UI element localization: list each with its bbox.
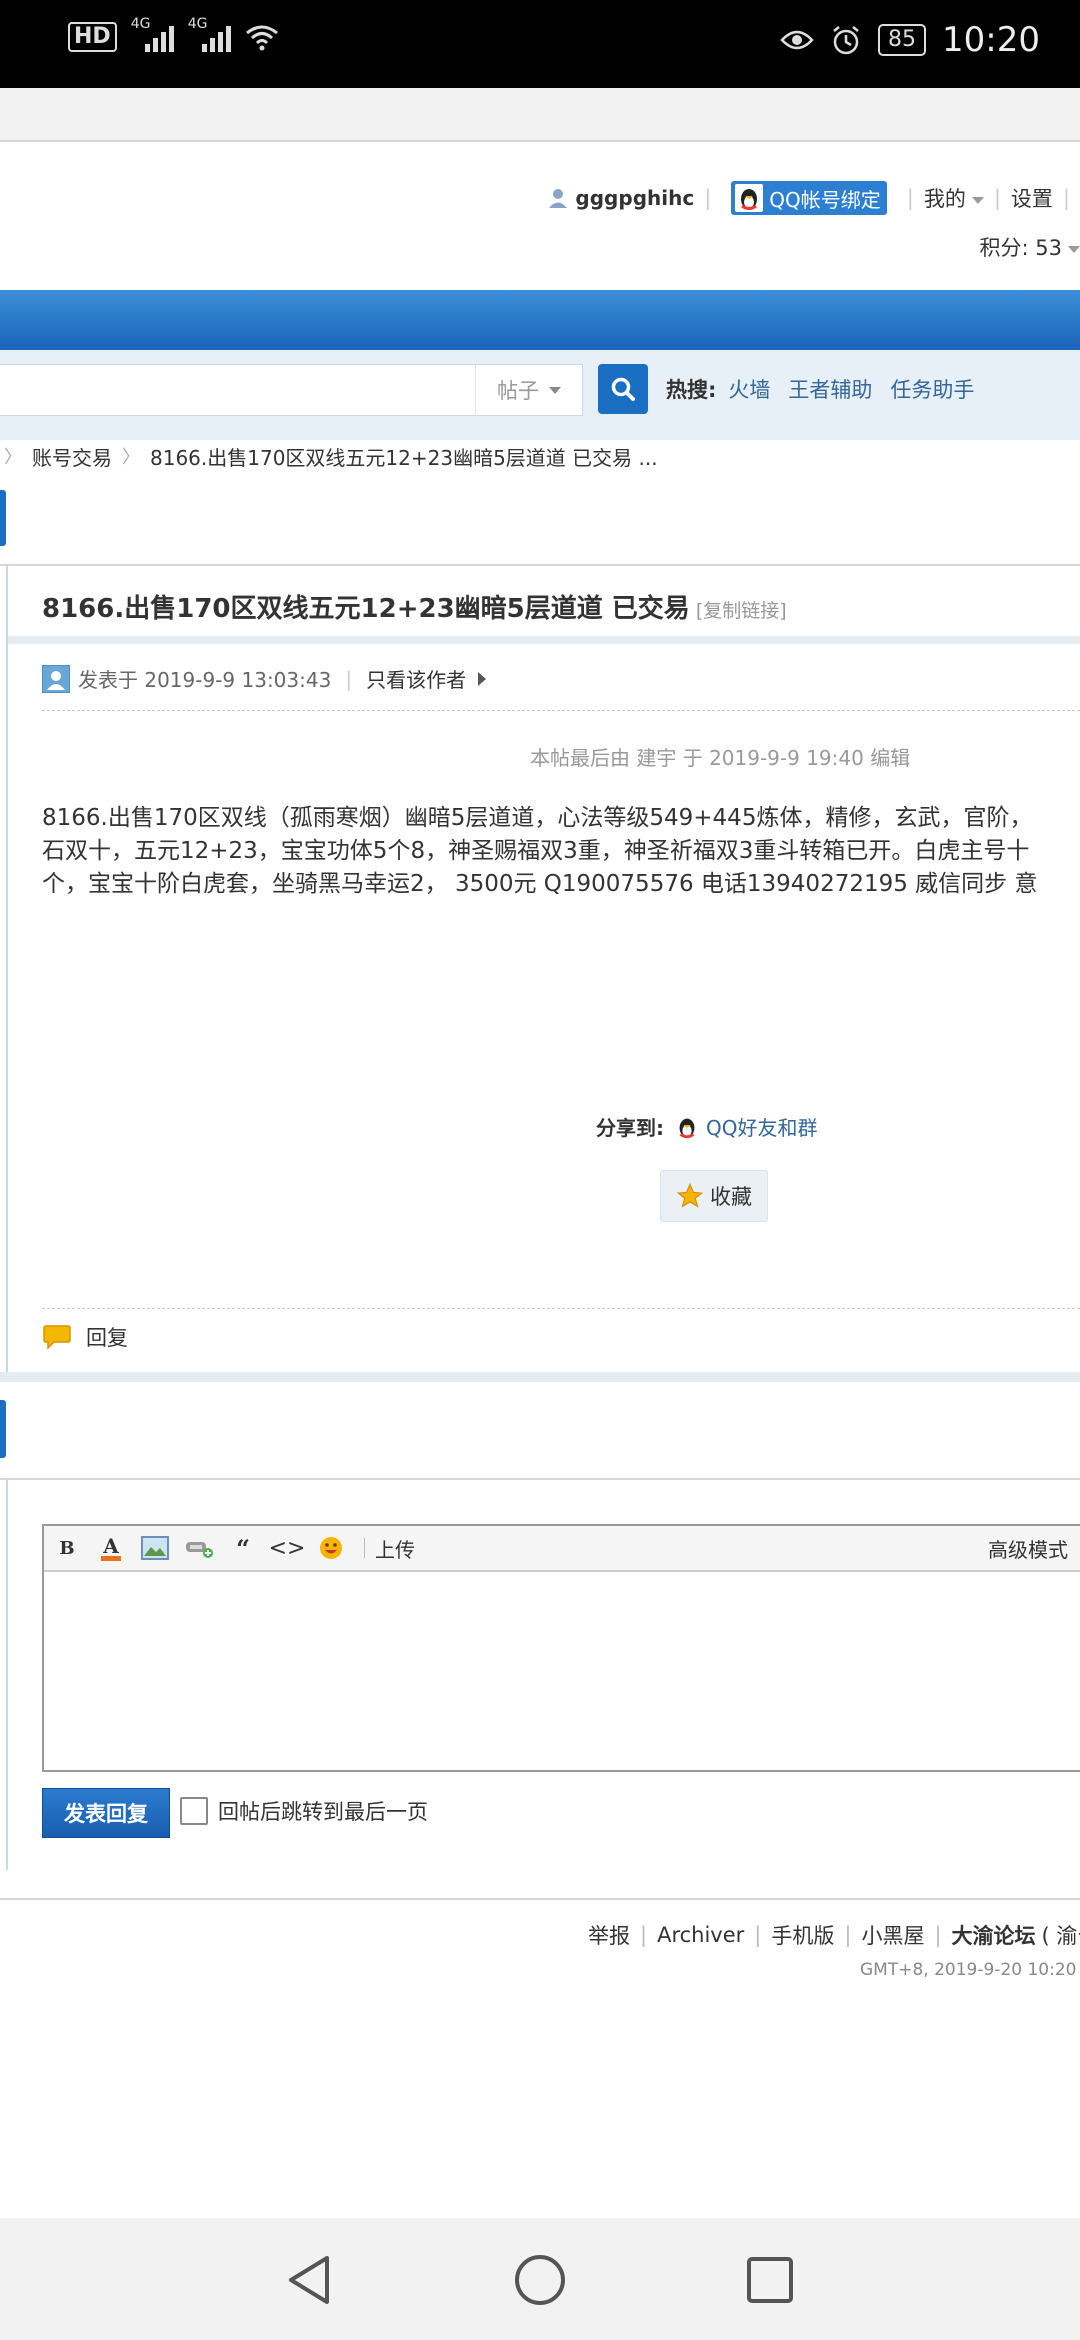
reply-editor-area: B A “ <> 上传 高级模式 发表回复 回帖后跳转到最后一页	[0, 1478, 1080, 1870]
bold-icon[interactable]: B	[52, 1533, 82, 1563]
quote-icon[interactable]: “	[228, 1533, 258, 1563]
breadcrumb: 〉 账号交易 〉 8166.出售170区双线五元12+23幽暗5层道道 已交易 …	[0, 440, 658, 472]
search-icon	[611, 377, 635, 401]
back-button[interactable]	[282, 2252, 338, 2308]
user-icon	[549, 189, 568, 208]
user-info: gggpghihc | QQ帐号绑定 | 我的 | 设置 |	[547, 178, 1080, 218]
hd-icon: HD	[68, 22, 117, 52]
copy-link[interactable]: [复制链接]	[696, 600, 787, 622]
speech-bubble-icon	[43, 1325, 71, 1350]
search-button[interactable]	[598, 364, 648, 414]
recents-icon	[747, 2257, 793, 2303]
jump-option: 回帖后跳转到最后一页	[180, 1796, 428, 1826]
reply-editor[interactable]: B A “ <> 上传 高级模式	[42, 1524, 1080, 1772]
reply-section-header	[0, 1382, 1080, 1480]
recents-button[interactable]	[742, 2252, 798, 2308]
footer-link-report[interactable]: 举报	[588, 1920, 630, 1950]
home-icon	[515, 2255, 565, 2305]
author-avatar-icon[interactable]	[42, 664, 70, 693]
settings-link[interactable]: 设置	[1011, 183, 1053, 213]
main-nav-bar	[0, 290, 1080, 350]
editor-toolbar: B A “ <> 上传 高级模式	[44, 1526, 1080, 1572]
footer-time: GMT+8, 2019-9-20 10:20 , P	[860, 1960, 1080, 1980]
qq-bind-button[interactable]: QQ帐号绑定	[731, 181, 887, 215]
link-icon[interactable]	[184, 1533, 214, 1563]
chevron-down-icon	[971, 196, 984, 204]
search-area: 帖子 热搜: 火墙 王者辅助 任务助手	[0, 350, 1080, 440]
top-bar	[0, 88, 1080, 142]
advanced-mode-link[interactable]: 高级模式	[988, 1534, 1068, 1563]
content-line: 8166.出售170区双线（孤雨寒烟）幽暗5层道道，心法等级549+445炼体，…	[42, 805, 1033, 831]
back-icon	[289, 2256, 329, 2304]
post: 8166.出售170区双线五元12+23幽暗5层道道 已交易 [复制链接] 发表于…	[0, 564, 1080, 1376]
star-icon	[676, 1182, 704, 1208]
post-time: 发表于 2019-9-9 13:03:43	[78, 668, 332, 692]
side-tab	[0, 1400, 6, 1458]
hot-search-link[interactable]: 火墙	[728, 374, 770, 404]
battery-icon: 85	[878, 24, 927, 56]
footer-site-extra: ( 渝公网	[1041, 1924, 1080, 1948]
upload-button[interactable]: 上传	[375, 1534, 415, 1563]
footer-link-archiver[interactable]: Archiver	[657, 1923, 744, 1947]
qq-penguin-icon[interactable]	[674, 1114, 700, 1140]
edit-note: 本帖最后由 建宇 于 2019-9-9 19:40 编辑	[530, 746, 911, 770]
hot-search-link[interactable]: 王者辅助	[788, 374, 872, 404]
status-bar: HD 4G 4G 85 10:20	[0, 0, 1080, 88]
wifi-icon	[245, 25, 278, 51]
qq-penguin-icon	[735, 184, 764, 212]
username-link[interactable]: gggpghihc	[575, 186, 694, 210]
signal-icon: 4G	[131, 16, 174, 52]
reply-link[interactable]: 回复	[42, 1322, 128, 1352]
image-icon[interactable]	[140, 1533, 170, 1563]
footer-link-blackroom[interactable]: 小黑屋	[861, 1920, 924, 1950]
footer-site-name[interactable]: 大渝论坛	[952, 1920, 1036, 1950]
jump-last-page-checkbox[interactable]	[180, 1797, 208, 1825]
chevron-down-icon	[1068, 245, 1080, 253]
submit-reply-button[interactable]: 发表回复	[42, 1788, 170, 1838]
system-nav-bar	[0, 2218, 1080, 2340]
hot-searches: 热搜: 火墙 王者辅助 任务助手	[666, 374, 974, 404]
breadcrumb-current: 8166.出售170区双线五元12+23幽暗5层道道 已交易 ...	[150, 445, 658, 470]
post-title: 8166.出售170区双线五元12+23幽暗5层道道 已交易 [复制链接]	[42, 594, 787, 624]
signal-icon-2: 4G	[188, 16, 231, 52]
only-author-link[interactable]: 只看该作者	[366, 664, 466, 693]
svg-text:A: A	[102, 1534, 119, 1558]
font-color-icon[interactable]: A	[96, 1533, 126, 1563]
content-line: 石双十，五元12+23，宝宝功体5个8，神圣赐福双3重，神圣祈福双3重斗转箱已开…	[42, 838, 1030, 864]
my-menu[interactable]: 我的	[924, 183, 984, 213]
breadcrumb-item[interactable]: 账号交易	[32, 442, 112, 471]
hot-search-link[interactable]: 任务助手	[890, 374, 974, 404]
post-meta: 发表于 2019-9-9 13:03:43 | 只看该作者	[42, 664, 487, 693]
footer-link-mobile[interactable]: 手机版	[771, 1920, 834, 1950]
jump-last-page-label: 回帖后跳转到最后一页	[218, 1800, 428, 1824]
emoji-icon[interactable]	[316, 1533, 346, 1563]
favorite-button[interactable]: 收藏	[660, 1170, 768, 1222]
post-content: 8166.出售170区双线（孤雨寒烟）幽暗5层道道，心法等级549+445炼体，…	[42, 802, 1080, 901]
search-type-select[interactable]: 帖子	[475, 364, 583, 416]
arrow-right-icon[interactable]	[478, 671, 487, 686]
home-button[interactable]	[512, 2252, 568, 2308]
chevron-down-icon	[549, 386, 561, 394]
points-menu[interactable]: 积分: 53	[980, 232, 1080, 262]
clock: 10:20	[942, 20, 1040, 60]
side-tab	[0, 490, 6, 546]
search-input[interactable]	[0, 364, 476, 416]
share-row: 分享到: QQ好友和群	[596, 1112, 817, 1141]
breadcrumb-separator-icon: 〉	[4, 447, 22, 468]
alarm-icon	[833, 26, 859, 55]
hot-search-label: 热搜:	[666, 378, 717, 402]
content-line: 个，宝宝十阶白虎套，坐骑黑马幸运2， 3500元 Q190075576 电话13…	[42, 871, 1038, 897]
footer-links: 举报 | Archiver | 手机版 | 小黑屋 | 大渝论坛 ( 渝公网	[588, 1920, 1080, 1950]
share-label: 分享到:	[596, 1116, 664, 1140]
breadcrumb-separator-icon: 〉	[122, 447, 140, 468]
share-qq-link[interactable]: QQ好友和群	[706, 1112, 817, 1141]
code-icon[interactable]: <>	[269, 1533, 306, 1563]
eye-icon	[780, 30, 814, 50]
